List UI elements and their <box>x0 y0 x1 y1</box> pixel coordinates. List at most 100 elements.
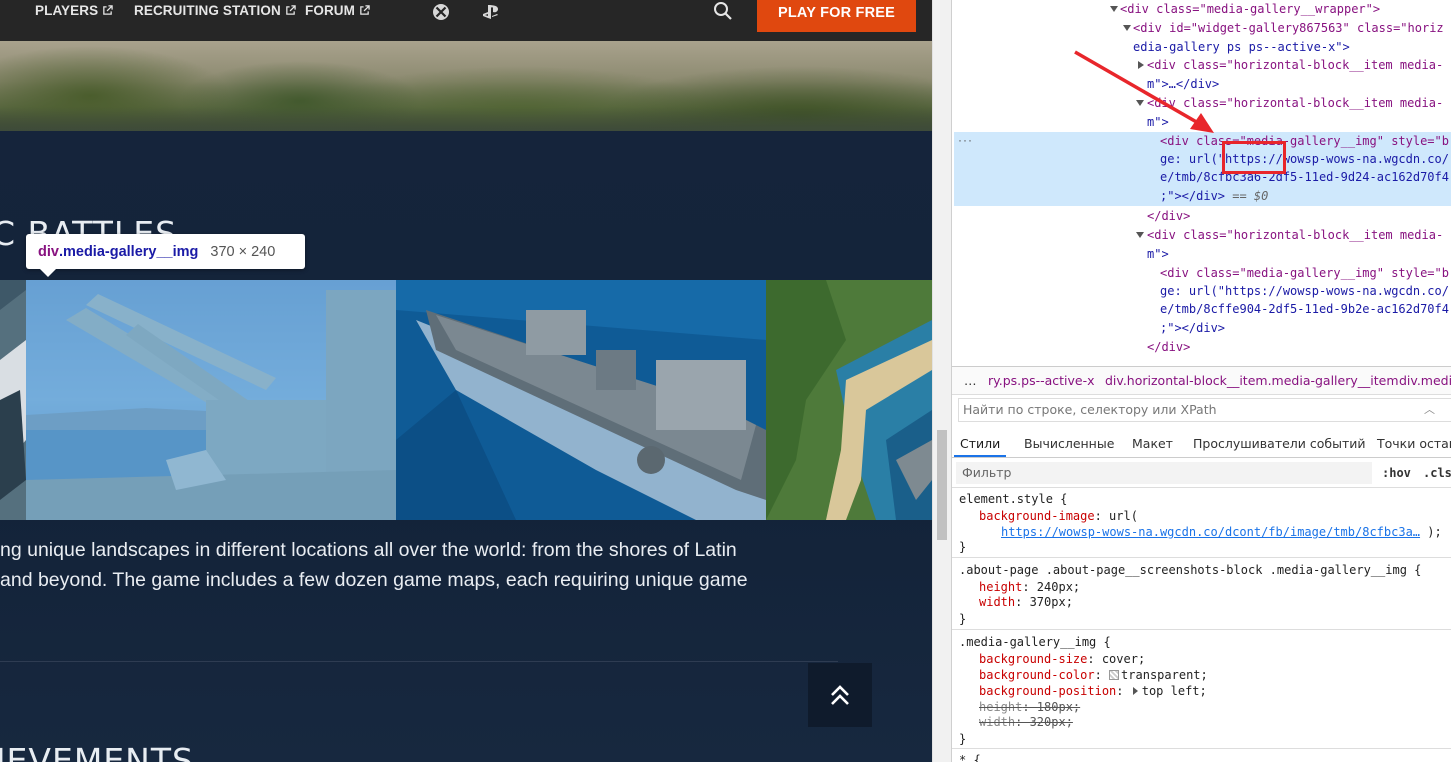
breadcrumb-item[interactable]: ry.ps.ps--active-x <box>988 367 1095 394</box>
hover-state-toggle[interactable]: :hov <box>1382 462 1411 484</box>
tooltip-tag: div <box>38 243 59 260</box>
css-declaration[interactable]: width: 370px; <box>979 594 1073 610</box>
color-swatch-icon[interactable] <box>1109 670 1120 680</box>
rule-selector[interactable]: .media-gallery__img { <box>959 634 1111 650</box>
nav-forum-link[interactable]: FORUM <box>305 3 370 18</box>
search-icon[interactable] <box>713 1 733 21</box>
dom-line[interactable]: <div class="media-gallery__img" style="b <box>1160 264 1449 282</box>
dom-line[interactable]: ;"></div> <box>1160 319 1225 337</box>
css-declaration[interactable]: background-image: url( <box>979 508 1138 524</box>
inspect-tooltip: div .media-gallery__img 370 × 240 <box>26 234 305 277</box>
css-declaration[interactable]: https://wowsp-wows-na.wgcdn.co/dcont/fb/… <box>1001 524 1442 540</box>
rule-selector[interactable]: element.style { <box>959 491 1067 507</box>
class-toggle[interactable]: .cls <box>1423 462 1451 484</box>
tab-computed[interactable]: Вычисленные <box>1018 430 1120 457</box>
tab-styles[interactable]: Стили <box>954 430 1007 457</box>
css-property: background-image <box>979 509 1095 523</box>
dom-line[interactable]: <div class="horizontal-block__item media… <box>1147 226 1443 244</box>
expand-triangle-icon[interactable] <box>1123 25 1131 31</box>
styles-filter-input[interactable]: Фильтр <box>956 462 1372 484</box>
rule-selector-text: element.style { <box>959 492 1068 506</box>
expand-triangle-icon[interactable] <box>1136 100 1144 106</box>
expand-triangle-icon[interactable] <box>1110 6 1118 12</box>
css-declaration-overridden[interactable]: width: 320px; <box>979 714 1073 730</box>
css-value: : url( <box>1094 509 1138 523</box>
rule-close: } <box>959 611 966 627</box>
dom-line[interactable]: e/tmb/8cfbc3a6-2df5-11ed-9d24-ac162d70f4 <box>1160 168 1449 186</box>
rule-divider <box>952 748 1451 749</box>
dom-line[interactable]: <div class="horizontal-block__item media… <box>1147 94 1443 112</box>
dom-line[interactable]: <div id="widget-gallery867563" class="ho… <box>1133 19 1444 37</box>
dom-line[interactable]: m"> <box>1147 245 1169 263</box>
nav-recruiting-link[interactable]: RECRUITING STATION <box>134 3 296 18</box>
playstation-icon[interactable] <box>482 3 500 21</box>
dom-line-text: m"> <box>1147 247 1169 261</box>
breadcrumb-item[interactable]: div.horizontal-block__item.media-gallery… <box>1105 367 1399 394</box>
dom-line-text: <div class="horizontal-block__item media… <box>1147 228 1444 242</box>
dom-line[interactable]: m">…</div> <box>1147 75 1219 93</box>
dom-line[interactable]: ge: url("https://wowsp-wows-na.wgcdn.co/ <box>1160 282 1449 300</box>
rule-close: } <box>959 731 966 747</box>
css-property: background-color <box>979 668 1095 682</box>
css-declaration[interactable]: background-position: top left; <box>979 683 1207 699</box>
node-more-options-icon[interactable]: ··· <box>958 133 973 147</box>
dom-line[interactable]: </div> <box>1147 207 1190 225</box>
tooltip-size: 370 × 240 <box>210 243 276 260</box>
gallery-image-1[interactable] <box>0 280 26 520</box>
dom-line[interactable]: edia-gallery ps ps--active-x"> <box>1133 38 1350 56</box>
rule-selector[interactable]: * { <box>959 752 981 762</box>
dom-line-text: ;"></div> <box>1160 189 1226 203</box>
page-scrollbar[interactable] <box>932 0 951 762</box>
dom-line[interactable]: ;"></div> == $0 <box>1160 187 1268 205</box>
elements-dom-tree[interactable]: <div class="media-gallery__wrapper"> <di… <box>952 0 1451 366</box>
tab-event-listeners[interactable]: Прослушиватели событий <box>1187 430 1372 457</box>
top-navigation: PLAYERS RECRUITING STATION FORUM PLAY FO… <box>0 0 932 41</box>
css-value: top left; <box>1141 684 1207 698</box>
devtools-panel: <div class="media-gallery__wrapper"> <di… <box>951 0 1451 762</box>
css-declaration[interactable]: height: 240px; <box>979 579 1080 595</box>
dom-line[interactable]: <div class="horizontal-block__item media… <box>1147 56 1443 74</box>
filter-placeholder: Фильтр <box>962 465 1012 480</box>
dom-line[interactable]: <div class="media-gallery__img" style="b <box>1160 132 1449 150</box>
expand-triangle-icon[interactable] <box>1136 232 1144 238</box>
dom-line-text: m">…</div> <box>1147 77 1220 91</box>
breadcrumb-overflow[interactable]: … <box>964 367 977 394</box>
dom-line-text: ge: url("https://wowsp-wows-na.wgcdn.co/ <box>1160 284 1449 298</box>
rule-divider <box>952 557 1451 558</box>
search-nav-arrows-icon[interactable]: ︿ <box>1424 399 1435 421</box>
expand-arrow-icon[interactable] <box>1132 687 1138 695</box>
css-declaration-overridden[interactable]: height: 180px; <box>979 699 1080 715</box>
rule-selector-text: * { <box>959 753 981 762</box>
dom-breadcrumbs: … ry.ps.ps--active-x div.horizontal-bloc… <box>952 366 1451 395</box>
dom-line[interactable]: ge: url("https://wowsp-wows-na.wgcdn.co/ <box>1160 150 1449 168</box>
rule-divider <box>952 629 1451 630</box>
xbox-icon[interactable] <box>432 3 450 21</box>
collapse-triangle-icon[interactable] <box>1138 61 1144 69</box>
rule-close-text: } <box>959 732 967 746</box>
description-line-2: and beyond. The game includes a few doze… <box>0 569 748 591</box>
dom-line[interactable]: </div> <box>1147 338 1190 356</box>
breadcrumb-item[interactable]: div.media <box>1399 367 1451 394</box>
dom-search-input[interactable]: Найти по строке, селектору или XPath ︿ <box>958 398 1451 422</box>
css-declaration[interactable]: background-color: transparent; <box>979 667 1208 683</box>
gallery-image-3[interactable] <box>396 280 766 520</box>
gallery-image-4[interactable] <box>766 280 932 520</box>
dom-line[interactable]: m"> <box>1147 113 1169 131</box>
play-for-free-button[interactable]: PLAY FOR FREE <box>757 0 916 32</box>
tab-layout[interactable]: Макет <box>1126 430 1179 457</box>
dom-line-text: e/tmb/8cfbc3a6-2df5-11ed-9d24-ac162d70f4 <box>1160 170 1449 184</box>
css-value: : 370px; <box>1015 595 1073 609</box>
dom-line-text: edia-gallery ps ps--active-x"> <box>1133 40 1350 54</box>
css-url-link[interactable]: https://wowsp-wows-na.wgcdn.co/dcont/fb/… <box>1001 525 1420 539</box>
css-property: height <box>979 700 1023 714</box>
scroll-to-top-button[interactable] <box>808 663 872 727</box>
css-declaration[interactable]: background-size: cover; <box>979 651 1145 667</box>
tab-breakpoints[interactable]: Точки останова <box>1371 430 1451 457</box>
dom-line[interactable]: e/tmb/8cffe904-2df5-11ed-9b2e-ac162d70f4 <box>1160 300 1449 318</box>
page-scrollbar-thumb[interactable] <box>937 430 947 540</box>
nav-players-link[interactable]: PLAYERS <box>35 3 113 18</box>
dom-line-text: <div id="widget-gallery867563" class="ho… <box>1133 21 1444 35</box>
dom-line[interactable]: <div class="media-gallery__wrapper"> <box>1120 0 1380 18</box>
css-value: transparent; <box>1121 668 1208 682</box>
rule-selector[interactable]: .about-page .about-page__screenshots-blo… <box>959 562 1421 578</box>
